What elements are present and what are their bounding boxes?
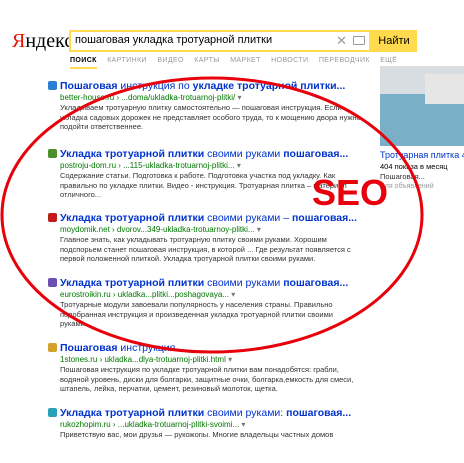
tab-video[interactable]: ВИДЕО	[157, 57, 184, 64]
result-snippet: Пошаговая инструкция по укладке тротуарн…	[60, 365, 354, 393]
tab-images[interactable]: КАРТИНКИ	[107, 57, 147, 64]
search-input[interactable]: пошаговая укладка тротуарной плитки ✕	[69, 30, 371, 52]
favicon-icon	[48, 81, 57, 90]
result-url[interactable]: 1stones.ru › ukladka...dlya-trotuarnoj-p…	[60, 354, 366, 365]
result-title[interactable]: Пошаговая инструкция	[60, 342, 366, 354]
tab-more[interactable]: ЕЩЁ	[380, 57, 397, 64]
result-url[interactable]: rukozhopim.ru › ...ukladka-trotuarnoj-pl…	[60, 419, 366, 430]
tab-news[interactable]: НОВОСТИ	[271, 57, 308, 64]
chevron-down-icon[interactable]: ▾	[237, 93, 241, 102]
search-result: Укладка тротуарной плитки своими руками:…	[48, 407, 366, 440]
search-tabs: ПОИСК КАРТИНКИ ВИДЕО КАРТЫ МАРКЕТ НОВОСТ…	[70, 57, 405, 69]
chevron-down-icon[interactable]: ▾	[231, 290, 235, 299]
chevron-down-icon[interactable]: ▾	[237, 161, 241, 170]
ad-image[interactable]	[380, 66, 464, 146]
tab-translate[interactable]: ПЕРЕВОДЧИК	[319, 57, 370, 64]
result-url[interactable]: moydomik.net › dvorov...349-ukladka-trot…	[60, 224, 366, 235]
result-title[interactable]: Укладка тротуарной плитки своими руками:…	[60, 407, 366, 419]
seo-label: SEO	[312, 172, 389, 213]
ad-title[interactable]: Тротуарная плитка 40 мм	[380, 150, 464, 161]
result-snippet: Приветствую вас, мои друзья — рукожопы. …	[60, 430, 334, 439]
tab-market[interactable]: МАРКЕТ	[230, 57, 261, 64]
yandex-logo[interactable]: Яндекс	[12, 30, 73, 53]
result-snippet: Главное знать, как укладывать тротуарную…	[60, 235, 351, 263]
search-query: пошаговая укладка тротуарной плитки	[75, 34, 273, 46]
favicon-icon	[48, 149, 57, 158]
keyboard-icon[interactable]	[353, 36, 365, 45]
logo-first-letter: Я	[12, 30, 26, 52]
tab-search[interactable]: ПОИСК	[70, 57, 97, 69]
result-title[interactable]: Укладка тротуарной плитки своими руками …	[60, 148, 366, 160]
favicon-icon	[48, 278, 57, 287]
result-snippet: Укладываем тротуарную плитку самостоятел…	[60, 103, 361, 131]
result-snippet: Тротуарные модули завоевали популярность…	[60, 300, 333, 328]
result-url[interactable]: better-house.ru › ...doma/ukladka-trotua…	[60, 92, 366, 103]
favicon-icon	[48, 343, 57, 352]
chevron-down-icon[interactable]: ▾	[241, 420, 245, 429]
result-url[interactable]: postroju-dom.ru › ...115-ukladka-trotuar…	[60, 160, 366, 171]
ad-stats: 404 показа в месяц	[380, 162, 448, 171]
favicon-icon	[48, 213, 57, 222]
result-url[interactable]: eurostroikin.ru › ukladka...plitki...pos…	[60, 289, 366, 300]
search-result: Пошаговая инструкция 1stones.ru › ukladk…	[48, 342, 366, 394]
chevron-down-icon[interactable]: ▾	[257, 225, 261, 234]
logo-rest: ндекс	[25, 30, 74, 52]
result-title[interactable]: Укладка тротуарной плитки своими руками …	[60, 277, 366, 289]
search-result: Укладка тротуарной плитки своими руками …	[48, 277, 366, 329]
chevron-down-icon[interactable]: ▾	[228, 355, 232, 364]
tab-maps[interactable]: КАРТЫ	[194, 57, 220, 64]
close-icon[interactable]: ✕	[336, 33, 347, 49]
favicon-icon	[48, 408, 57, 417]
search-result: Укладка тротуарной плитки своими руками …	[48, 212, 366, 264]
ad-link[interactable]: Для объявлений	[380, 183, 434, 190]
result-title[interactable]: Пошаговая инструкция по укладке тротуарн…	[60, 80, 366, 92]
search-button[interactable]: Найти	[371, 30, 417, 52]
search-result: Пошаговая инструкция по укладке тротуарн…	[48, 80, 366, 132]
